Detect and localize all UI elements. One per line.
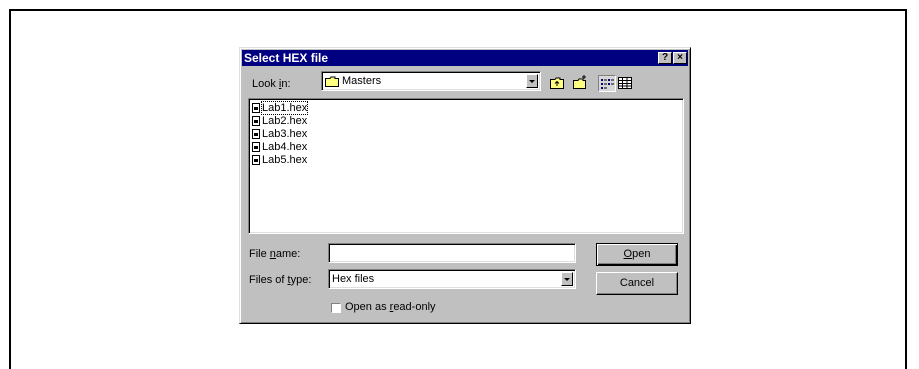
files-of-type-dropdown-button[interactable]	[561, 272, 573, 286]
dialog-title: Select HEX file	[244, 51, 329, 65]
file-item[interactable]: Lab5.hex	[252, 154, 307, 166]
hex-file-icon	[252, 116, 260, 126]
help-button[interactable]: ?	[658, 52, 672, 64]
hex-file-icon	[252, 142, 260, 152]
files-of-type-label: Files of type:	[249, 274, 312, 286]
file-name-input[interactable]	[328, 243, 576, 263]
files-of-type-value: Hex files	[332, 273, 375, 285]
file-item[interactable]: Lab1.hex	[252, 101, 309, 115]
create-new-folder-button[interactable]	[572, 75, 590, 92]
hex-file-icon	[252, 103, 260, 113]
file-item[interactable]: Lab3.hex	[252, 128, 307, 140]
file-list[interactable]: Lab1.hex Lab2.hex Lab3.hex Lab4.hex Lab5…	[248, 98, 684, 234]
close-button[interactable]: ×	[673, 52, 687, 64]
hex-file-icon	[252, 129, 260, 139]
look-in-combo[interactable]: Masters	[321, 71, 541, 91]
look-in-value: Masters	[342, 75, 382, 87]
title-bar: Select HEX file ? ×	[242, 50, 688, 66]
list-view-icon	[601, 79, 614, 89]
file-item[interactable]: Lab4.hex	[252, 141, 307, 153]
read-only-label: Open as read-only	[345, 301, 436, 313]
hex-file-icon	[252, 155, 260, 165]
up-one-level-button[interactable]	[549, 75, 567, 92]
read-only-checkbox[interactable]	[331, 303, 341, 313]
folder-icon	[325, 76, 339, 87]
look-in-label: Look in:	[252, 78, 291, 90]
file-name-label: File name:	[249, 248, 301, 260]
open-button[interactable]: Open	[596, 243, 678, 266]
cancel-button[interactable]: Cancel	[596, 272, 678, 295]
up-one-level-icon	[550, 77, 564, 89]
look-in-dropdown-button[interactable]	[526, 74, 538, 88]
file-item[interactable]: Lab2.hex	[252, 115, 307, 127]
files-of-type-combo[interactable]: Hex files	[328, 269, 576, 289]
details-view-button[interactable]	[617, 75, 635, 92]
list-view-button[interactable]	[598, 75, 616, 92]
create-new-folder-icon	[573, 75, 586, 89]
details-view-icon	[618, 77, 632, 89]
